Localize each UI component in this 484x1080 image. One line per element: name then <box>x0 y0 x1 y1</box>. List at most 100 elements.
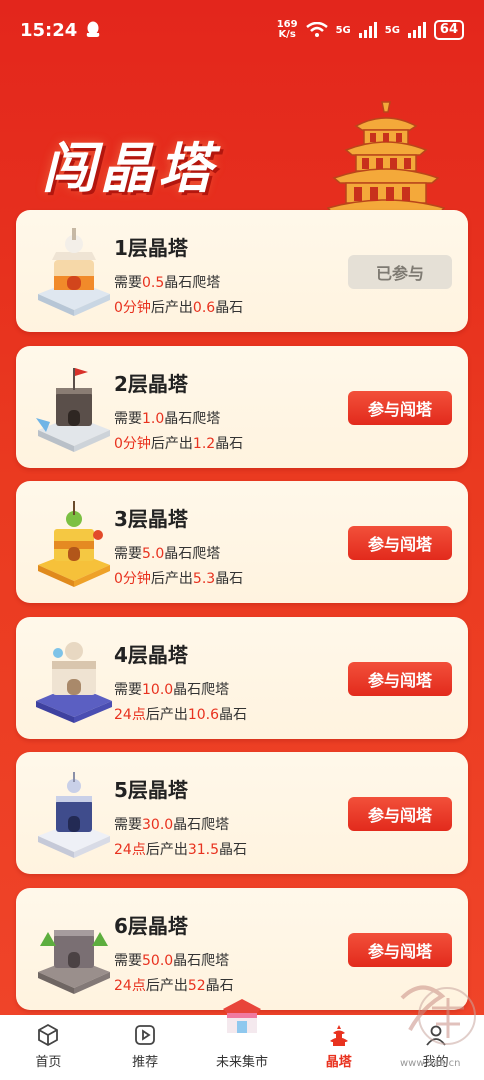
requirement-value: 50.0 <box>142 952 174 969</box>
tab-future-market[interactable]: 未来集市 <box>197 999 287 1070</box>
pagoda-illustration <box>326 101 446 215</box>
speed-unit: K/s <box>278 29 296 40</box>
market-shop-icon <box>222 999 261 1033</box>
tower-icon <box>329 1025 348 1046</box>
tower-requirement: 需要5.0晶石爬塔 <box>114 543 220 563</box>
output-suffix: 晶石 <box>215 571 244 587</box>
status-time: 15:24 <box>20 19 78 41</box>
tower-output: 24点后产出31.5晶石 <box>114 839 247 859</box>
requirement-value: 30.0 <box>142 817 174 833</box>
tower-title: 6层晶塔 <box>114 913 188 938</box>
signal-icon-2 <box>407 22 426 38</box>
requirement-suffix: 晶石爬塔 <box>173 681 230 698</box>
tab-crystal-tower[interactable]: 晶塔 <box>294 1023 384 1070</box>
output-suffix: 晶石 <box>219 842 247 858</box>
tower-title: 1层晶塔 <box>114 236 188 260</box>
status-right: 169 K/s 5G 5G 64 <box>277 20 464 40</box>
join-tower-button[interactable]: 参与闯塔 <box>348 390 452 425</box>
requirement-value: 1.0 <box>142 410 165 427</box>
tab-label: 首页 <box>35 1055 62 1070</box>
tower-output: 24点后产出52晶石 <box>114 975 234 995</box>
tower-5-illustration <box>38 772 110 858</box>
output-suffix: 晶石 <box>219 706 247 723</box>
page-title: 闯晶塔 <box>42 137 216 200</box>
output-suffix: 晶石 <box>205 977 234 994</box>
tower-title: 2层晶塔 <box>114 371 188 396</box>
output-time: 0分钟 <box>114 571 151 587</box>
output-mid: 后产出 <box>145 706 188 723</box>
joined-button: 已参与 <box>348 255 452 289</box>
output-time: 0分钟 <box>114 435 151 452</box>
output-value: 10.6 <box>187 706 219 723</box>
requirement-suffix: 晶石爬塔 <box>173 817 230 833</box>
tower-requirement: 需要30.0晶石爬塔 <box>114 814 229 834</box>
requirement-value: 5.0 <box>142 546 165 562</box>
join-tower-button[interactable]: 参与闯塔 <box>348 932 452 967</box>
tower-3-illustration <box>38 501 110 587</box>
tab-recommend[interactable]: 推荐 <box>100 1023 190 1070</box>
requirement-prefix: 需要 <box>114 952 142 969</box>
output-suffix: 晶石 <box>215 300 244 316</box>
join-tower-button[interactable]: 参与闯塔 <box>348 526 452 560</box>
output-time: 24点 <box>114 977 146 994</box>
status-bar: 15:24 169 K/s 5G 5G 64 <box>0 0 484 60</box>
tower-requirement: 需要1.0晶石爬塔 <box>114 408 220 428</box>
requirement-prefix: 需要 <box>114 275 142 291</box>
requirement-suffix: 晶石爬塔 <box>173 952 230 969</box>
output-mid: 后产出 <box>150 435 193 452</box>
output-value: 52 <box>187 977 206 994</box>
tower-output: 24点后产出10.6晶石 <box>114 704 247 724</box>
output-mid: 后产出 <box>145 842 188 858</box>
output-value: 31.5 <box>187 842 219 858</box>
tower-2-illustration <box>36 367 110 452</box>
requirement-value: 10.0 <box>142 681 174 698</box>
status-left: 15:24 <box>20 20 101 41</box>
tower-6-illustration <box>38 929 110 994</box>
watermark-seal-icon <box>400 985 476 1045</box>
output-mid: 后产出 <box>150 571 193 587</box>
watermark-text: www.5aa.cn <box>400 1058 461 1069</box>
tower-card-4: 4层晶塔 需要10.0晶石爬塔 24点后产出10.6晶石 参与闯塔 <box>16 616 468 739</box>
battery-indicator: 64 <box>433 20 464 40</box>
qq-icon <box>87 21 100 37</box>
cube-icon <box>38 1023 59 1047</box>
output-suffix: 晶石 <box>215 435 244 452</box>
requirement-prefix: 需要 <box>114 546 142 562</box>
tab-home[interactable]: 首页 <box>3 1023 93 1070</box>
network-label-1: 5G <box>335 24 351 36</box>
requirement-prefix: 需要 <box>114 681 142 698</box>
output-mid: 后产出 <box>145 977 188 994</box>
tower-4-illustration <box>36 641 112 723</box>
tower-title: 3层晶塔 <box>114 507 188 531</box>
requirement-suffix: 晶石爬塔 <box>164 546 221 562</box>
tower-output: 0分钟后产出0.6晶石 <box>114 297 243 317</box>
tower-title: 5层晶塔 <box>114 778 188 802</box>
tower-requirement: 需要0.5晶石爬塔 <box>114 272 220 292</box>
requirement-prefix: 需要 <box>114 817 142 833</box>
join-tower-button[interactable]: 参与闯塔 <box>348 797 452 831</box>
output-time: 24点 <box>114 706 146 723</box>
tower-output: 0分钟后产出5.3晶石 <box>114 568 243 588</box>
requirement-suffix: 晶石爬塔 <box>164 410 221 427</box>
play-icon <box>135 1025 156 1045</box>
tab-label: 晶塔 <box>325 1055 352 1070</box>
network-label-2: 5G <box>384 24 400 36</box>
tab-label: 推荐 <box>132 1055 159 1070</box>
output-value: 0.6 <box>192 300 216 316</box>
tower-requirement: 需要10.0晶石爬塔 <box>114 679 229 699</box>
requirement-value: 0.5 <box>142 275 165 291</box>
requirement-prefix: 需要 <box>114 410 142 427</box>
tower-list: 1层晶塔 需要0.5晶石爬塔 0分钟后产出0.6晶石 已参与 2层晶塔 需要1.… <box>16 210 468 1023</box>
tower-card-2: 2层晶塔 需要1.0晶石爬塔 0分钟后产出1.2晶石 参与闯塔 <box>16 345 468 468</box>
tower-card-3: 3层晶塔 需要5.0晶石爬塔 0分钟后产出5.3晶石 参与闯塔 <box>16 481 468 603</box>
join-tower-button[interactable]: 参与闯塔 <box>348 661 452 696</box>
output-value: 1.2 <box>192 435 216 452</box>
tower-card-1: 1层晶塔 需要0.5晶石爬塔 0分钟后产出0.6晶石 已参与 <box>16 210 468 332</box>
output-time: 24点 <box>114 842 146 858</box>
wifi-icon <box>305 22 328 37</box>
output-time: 0分钟 <box>114 300 151 316</box>
tower-1-illustration <box>38 228 110 316</box>
output-value: 5.3 <box>192 571 216 587</box>
tower-output: 0分钟后产出1.2晶石 <box>114 433 243 453</box>
hero-banner: 闯晶塔 <box>0 100 484 215</box>
